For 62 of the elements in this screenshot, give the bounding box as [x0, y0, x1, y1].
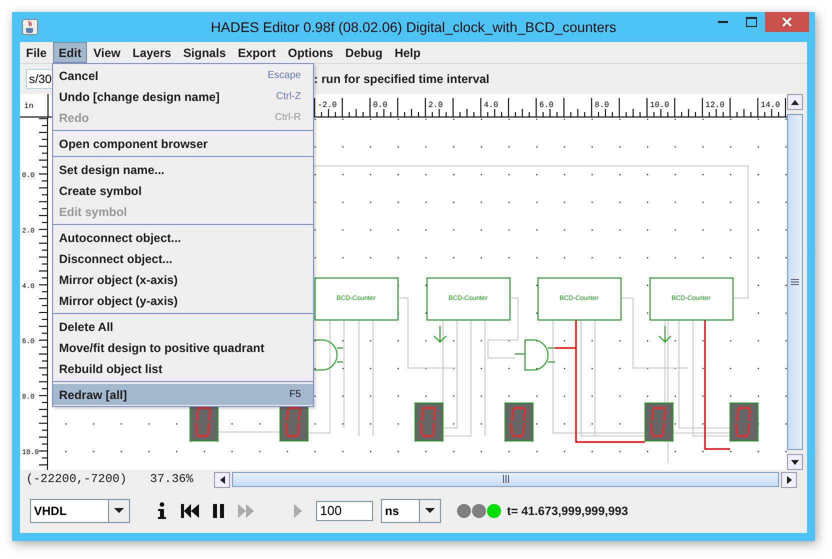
unit-select[interactable]: ns	[381, 498, 441, 522]
play-icon	[294, 504, 302, 518]
menu-item[interactable]: Signals	[177, 42, 232, 63]
zoom-readout: 37.36%	[149, 472, 194, 486]
menu-item[interactable]: Layers	[126, 42, 178, 63]
menu-item[interactable]: Mirror object (y-axis)	[53, 290, 313, 311]
menu-item[interactable]: Create symbol	[53, 180, 313, 201]
minimize-icon	[718, 20, 728, 24]
menu-item[interactable]: Autoconnect object...	[53, 227, 313, 248]
seven-segment-display	[644, 402, 674, 442]
menu-item[interactable]: Set design name...	[53, 159, 313, 180]
menu-item[interactable]: Disconnect object...	[53, 248, 313, 269]
scroll-right-button[interactable]	[781, 472, 797, 488]
menu-item[interactable]: Open component browser	[53, 133, 313, 154]
right-arrow-icon	[786, 476, 792, 484]
scroll-down-button[interactable]	[787, 454, 803, 470]
ground-arrow-icon	[434, 326, 446, 343]
close-icon	[782, 17, 792, 27]
language-select[interactable]: VHDL	[30, 498, 130, 522]
scroll-left-button[interactable]	[214, 472, 230, 488]
menu-item[interactable]: Debug	[339, 42, 389, 63]
and-gate[interactable]	[312, 340, 344, 370]
left-arrow-icon	[220, 476, 224, 484]
menu-item[interactable]: Options	[282, 42, 340, 63]
caret-icon	[114, 508, 124, 513]
menu-item[interactable]: Cancel Escape	[53, 65, 313, 86]
shortcut-label: Escape	[268, 70, 301, 81]
window-title: HADES Editor 0.98f (08.02.06) Digital_clock_with_BCD_counters	[210, 19, 618, 35]
grip-icon	[502, 475, 508, 483]
run-time-field[interactable]: 100	[316, 500, 373, 520]
grip-icon	[791, 279, 799, 285]
menu-item[interactable]: View	[87, 42, 126, 63]
menu-item[interactable]: Help	[388, 42, 427, 63]
caret-icon	[425, 508, 435, 513]
scroll-up-button[interactable]	[787, 94, 803, 110]
rewind-icon	[181, 504, 199, 518]
up-arrow-icon	[791, 100, 799, 104]
toolbar-hint: : run for specified time interval	[314, 72, 490, 86]
and-gate[interactable]	[514, 340, 556, 370]
seven-segment-display	[504, 402, 534, 442]
shortcut-label: Ctrl-Z	[276, 91, 301, 102]
seven-segment-display	[730, 402, 758, 442]
menu-item[interactable]: Edit	[52, 42, 88, 63]
simulation-time: t= 41.673,999,999,993	[507, 504, 628, 518]
info-icon	[157, 502, 167, 520]
close-button[interactable]	[765, 12, 809, 32]
menu-item[interactable]: Rebuild object list	[53, 358, 313, 379]
coordinates-readout: (-22200,-7200)	[25, 472, 128, 486]
menu-item[interactable]: File	[20, 42, 53, 63]
java-cup-icon	[22, 19, 38, 35]
ground-arrow-icon	[658, 326, 672, 343]
pause-icon	[212, 504, 224, 518]
menu-item[interactable]: Export	[232, 42, 282, 63]
menu-item[interactable]: Move/fit design to positive quadrant	[53, 337, 313, 358]
shortcut-label: F5	[289, 389, 301, 400]
menu-item[interactable]: Mirror object (x-axis)	[53, 269, 313, 290]
seven-segment-display	[414, 402, 444, 442]
down-arrow-icon	[791, 460, 799, 464]
menu-item[interactable]: Redraw [all] F5	[53, 384, 313, 405]
maximize-icon	[746, 17, 756, 27]
fast-forward-icon	[238, 504, 254, 518]
menu-item[interactable]: Delete All	[53, 316, 313, 337]
